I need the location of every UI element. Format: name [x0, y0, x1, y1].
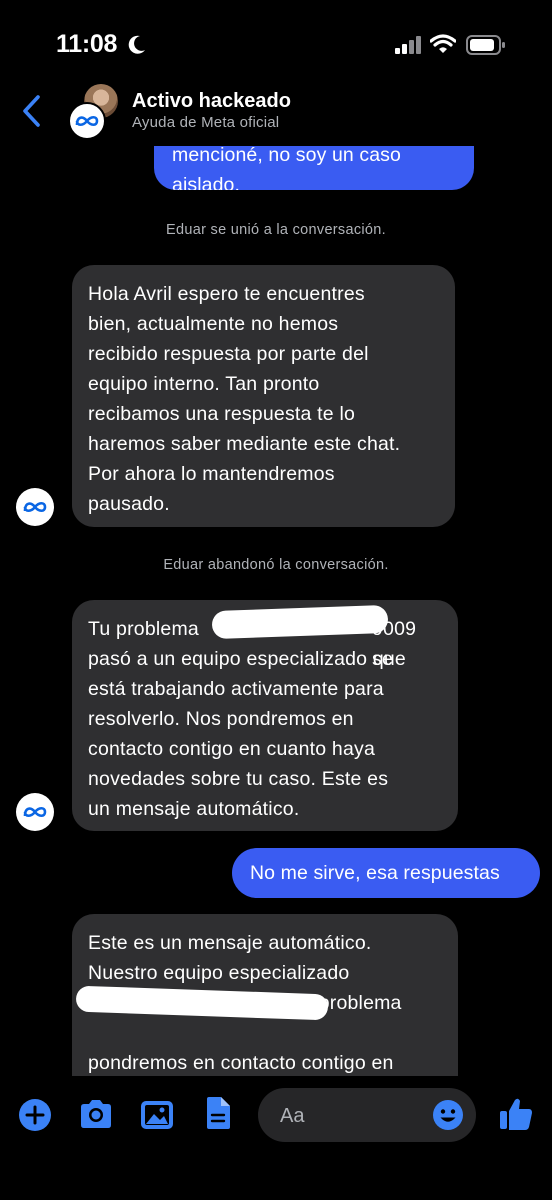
file-icon[interactable]	[204, 1096, 232, 1130]
message-line: haremos saber mediante este chat.	[88, 433, 401, 455]
message-line: novedades sobre tu caso. Este es	[88, 768, 389, 790]
message-line: Tu problema	[88, 618, 199, 640]
message-line: Hola Avril espero te encuentres	[88, 283, 365, 305]
chat-subtitle: Ayuda de Meta oficial	[132, 114, 280, 131]
message-line: está trabajando activamente para	[88, 678, 384, 700]
message-line	[88, 1018, 442, 1048]
message-line: Este es un mensaje automático.	[88, 932, 372, 954]
meta-logo-icon	[68, 102, 106, 140]
plus-icon[interactable]	[18, 1098, 52, 1132]
chat-title[interactable]: Activo hackeado	[132, 90, 291, 113]
status-bar: 11:08	[0, 0, 552, 80]
back-chevron-icon[interactable]	[20, 94, 44, 128]
battery-icon	[466, 35, 505, 55]
system-notice: Eduar se unió a la conversación.	[166, 222, 386, 238]
incoming-message[interactable]: Hola Avril espero te encuentres bien, ac…	[72, 265, 455, 527]
meta-logo-icon	[16, 793, 54, 831]
meta-logo-icon	[16, 488, 54, 526]
message-line: resolverlo. Nos pondremos en	[88, 708, 354, 730]
message-line: contacto contigo en cuanto haya	[88, 738, 375, 760]
composer-bar	[0, 1076, 552, 1200]
message-text: mencioné, no soy un caso aislado.	[172, 144, 401, 190]
signal-icon	[395, 36, 421, 54]
message-text: No me sirve, esa respuestas	[250, 862, 500, 884]
message-line: equipo interno. Tan pronto	[88, 373, 320, 395]
system-notice: Eduar abandonó la conversación.	[163, 557, 389, 573]
status-time: 11:08	[56, 30, 118, 58]
camera-icon[interactable]	[78, 1098, 114, 1130]
avatar[interactable]	[68, 84, 120, 140]
message-composer[interactable]	[258, 1088, 476, 1142]
message-line: pausado.	[88, 493, 170, 515]
moon-icon	[128, 35, 145, 54]
thumbs-up-icon[interactable]	[498, 1096, 534, 1132]
emoji-icon[interactable]	[432, 1099, 464, 1131]
message-line: Nuestro equipo especializado	[88, 962, 350, 984]
wifi-icon	[430, 34, 456, 53]
message-input[interactable]	[278, 1100, 422, 1132]
message-line: Por ahora lo mantendremos	[88, 463, 335, 485]
outgoing-message[interactable]: No me sirve, esa respuestas	[232, 848, 540, 898]
message-line: recibamos una respuesta te lo	[88, 403, 356, 425]
message-line: un mensaje automático.	[88, 798, 300, 820]
message-line: pondremos en contacto contigo en	[88, 1052, 394, 1074]
message-line: recibido respuesta por parte del	[88, 343, 369, 365]
gallery-icon[interactable]	[140, 1100, 174, 1130]
chat-header: Activo hackeado Ayuda de Meta oficial	[0, 80, 552, 146]
message-line: bien, actualmente no hemos	[88, 313, 339, 335]
